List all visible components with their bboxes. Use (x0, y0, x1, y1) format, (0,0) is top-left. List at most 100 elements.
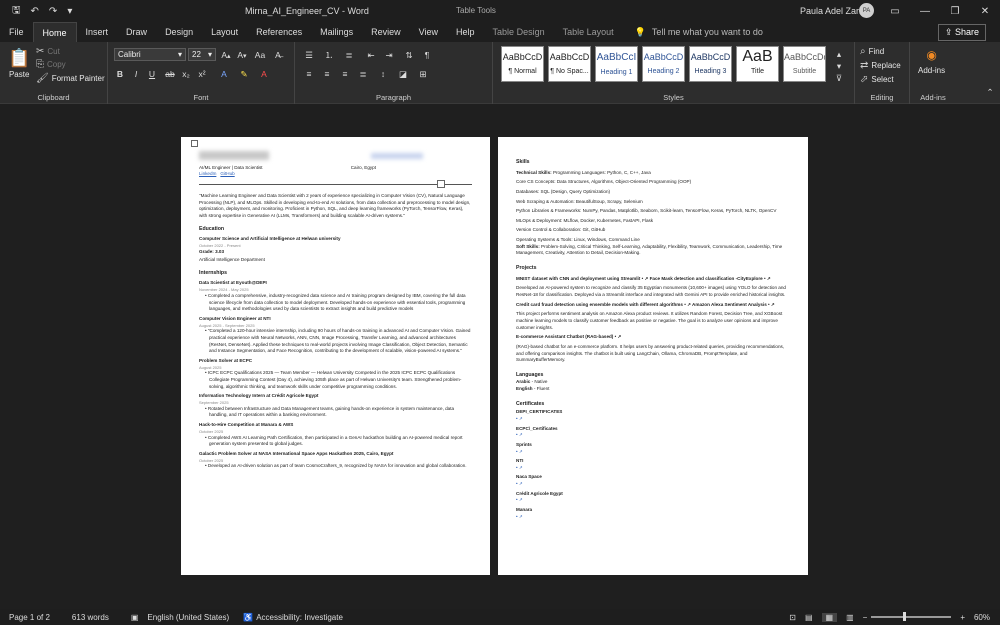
show-marks-icon[interactable]: ¶ (421, 49, 433, 61)
share-button[interactable]: ⇪ Share (937, 24, 986, 41)
certificate-link[interactable]: • ↗ (516, 497, 790, 504)
tab-mailings[interactable]: Mailings (311, 22, 362, 42)
borders-icon[interactable]: ⊞ (417, 68, 429, 80)
copy-button[interactable]: ⎘ Copy (36, 59, 66, 70)
style-subtitle[interactable]: AaBbCcDd Subtitle (783, 46, 826, 82)
decrease-indent-icon[interactable]: ⇤ (365, 49, 377, 61)
focus-mode-icon[interactable]: ⊡ (789, 613, 796, 622)
zoom-slider[interactable] (871, 612, 952, 621)
linkedin-link[interactable]: LinkedIn (199, 171, 216, 178)
maximize-icon[interactable]: ❐ (940, 0, 970, 22)
tab-table-design[interactable]: Table Design (484, 22, 554, 42)
font-size-select[interactable]: 22 ▾ (188, 48, 216, 61)
user-name[interactable]: Paula Adel Zarif (800, 6, 864, 16)
page-2[interactable]: Skills Technical Skills: Programming Lan… (498, 137, 808, 575)
document-canvas[interactable]: AI/ML Engineer | Data Scientist Cairo, E… (0, 104, 1000, 609)
tell-me-search[interactable]: 💡 Tell me what you want to do (623, 22, 763, 42)
underline-icon[interactable]: U (146, 68, 158, 80)
tab-table-layout[interactable]: Table Layout (554, 22, 623, 42)
certificate-link[interactable]: • ↗ (516, 416, 790, 423)
numbering-icon[interactable]: ⒈ (323, 49, 335, 61)
certificate-link[interactable]: • ↗ (516, 449, 790, 456)
read-mode-icon[interactable]: ▤ (805, 613, 813, 622)
spelling-icon[interactable]: ▣ (131, 613, 139, 622)
redo-icon[interactable]: ↷ (49, 6, 57, 17)
grow-font-icon[interactable]: A ▴ (220, 49, 232, 61)
print-layout-icon[interactable]: ▦ (821, 612, 838, 622)
tab-review[interactable]: Review (362, 22, 410, 42)
language-status[interactable]: English (United States) (147, 613, 229, 622)
superscript-icon[interactable]: x² (196, 68, 208, 80)
tab-insert[interactable]: Insert (77, 22, 118, 42)
collapse-ribbon-icon[interactable]: ⌃ (984, 86, 996, 98)
find-button[interactable]: ⌕ Find (860, 46, 884, 57)
clear-formatting-icon[interactable]: A̶ (272, 49, 284, 61)
zoom-in-icon[interactable]: + (960, 613, 965, 622)
shrink-font-icon[interactable]: A ▾ (236, 49, 248, 61)
styles-more-icon[interactable]: ⊽ (833, 72, 845, 84)
text-effects-icon[interactable]: A (218, 68, 230, 80)
style-heading-1[interactable]: AaBbCcI Heading 1 (595, 46, 638, 82)
align-right-icon[interactable]: ≡ (339, 68, 351, 80)
select-button[interactable]: ⬀ Select (860, 74, 894, 85)
tab-references[interactable]: References (247, 22, 311, 42)
zoom-out-icon[interactable]: − (863, 613, 868, 622)
multilevel-list-icon[interactable]: ≣ (343, 49, 355, 61)
sort-icon[interactable]: ⇅ (403, 49, 415, 61)
certificate-link[interactable]: • ↗ (516, 514, 790, 521)
page-count[interactable]: Page 1 of 2 (9, 613, 50, 622)
tab-file[interactable]: File (0, 22, 33, 42)
word-count[interactable]: 613 words (72, 613, 109, 622)
styles-scroll-up-icon[interactable]: ▴ (833, 48, 845, 60)
cut-button[interactable]: ✂ Cut (36, 46, 60, 57)
tab-home[interactable]: Home (32, 22, 77, 42)
style-heading-3[interactable]: AaBbCcD Heading 3 (689, 46, 732, 82)
table-move-handle-icon[interactable] (191, 140, 198, 147)
customize-toolbar-icon[interactable]: ▾ (67, 6, 72, 17)
page-1[interactable]: AI/ML Engineer | Data Scientist Cairo, E… (181, 137, 490, 575)
style-no-spacing[interactable]: AaBbCcD ¶ No Spac... (548, 46, 591, 82)
zoom-slider-thumb[interactable] (903, 612, 907, 621)
undo-icon[interactable]: ↶ (31, 6, 39, 17)
style-title[interactable]: AaB Title (736, 46, 779, 82)
certificate-link[interactable]: • ↗ (516, 465, 790, 472)
tab-view[interactable]: View (410, 22, 447, 42)
align-center-icon[interactable]: ≡ (321, 68, 333, 80)
replace-button[interactable]: ⇄ Replace (860, 60, 901, 71)
certificate-link[interactable]: • ↗ (516, 481, 790, 488)
increase-indent-icon[interactable]: ⇥ (383, 49, 395, 61)
zoom-level[interactable]: 60% (974, 613, 990, 622)
style-heading-2[interactable]: AaBbCcD Heading 2 (642, 46, 685, 82)
ribbon-display-icon[interactable]: ▭ (880, 0, 910, 22)
bullets-icon[interactable]: ☰ (303, 49, 315, 61)
align-left-icon[interactable]: ≡ (303, 68, 315, 80)
bold-icon[interactable]: B (114, 68, 126, 80)
github-link[interactable]: GitHub (220, 171, 234, 178)
tab-draw[interactable]: Draw (117, 22, 156, 42)
accessibility-status[interactable]: Accessibility: Investigate (256, 613, 343, 622)
style-normal[interactable]: AaBbCcD ¶ Normal (501, 46, 544, 82)
italic-icon[interactable]: I (130, 68, 142, 80)
tab-layout[interactable]: Layout (202, 22, 247, 42)
format-painter-button[interactable]: 🖌 Format Painter (36, 73, 105, 84)
paste-button[interactable]: 📋 Paste (8, 48, 30, 79)
styles-scroll-down-icon[interactable]: ▾ (833, 60, 845, 72)
addins-button[interactable]: ◉ Add-ins (918, 48, 945, 75)
shading-icon[interactable]: ◪ (397, 68, 409, 80)
tab-design[interactable]: Design (156, 22, 202, 42)
highlight-icon[interactable]: ✎ (238, 68, 250, 80)
tab-help[interactable]: Help (447, 22, 484, 42)
justify-icon[interactable]: ≣ (357, 68, 369, 80)
minimize-icon[interactable]: — (910, 0, 940, 22)
certificate-link[interactable]: • ↗ (516, 432, 790, 439)
table-resize-handle-icon[interactable] (437, 180, 445, 188)
strikethrough-icon[interactable]: ab (164, 68, 176, 80)
close-icon[interactable]: ✕ (970, 0, 1000, 22)
subscript-icon[interactable]: x₂ (180, 68, 192, 80)
line-spacing-icon[interactable]: ↕ (377, 68, 389, 80)
change-case-icon[interactable]: Aa (254, 49, 266, 61)
web-layout-icon[interactable]: ▥ (846, 613, 854, 622)
font-name-select[interactable]: Calibri ▾ (114, 48, 186, 61)
font-color-icon[interactable]: A (258, 68, 270, 80)
save-icon[interactable]: 🖫 (12, 3, 21, 20)
